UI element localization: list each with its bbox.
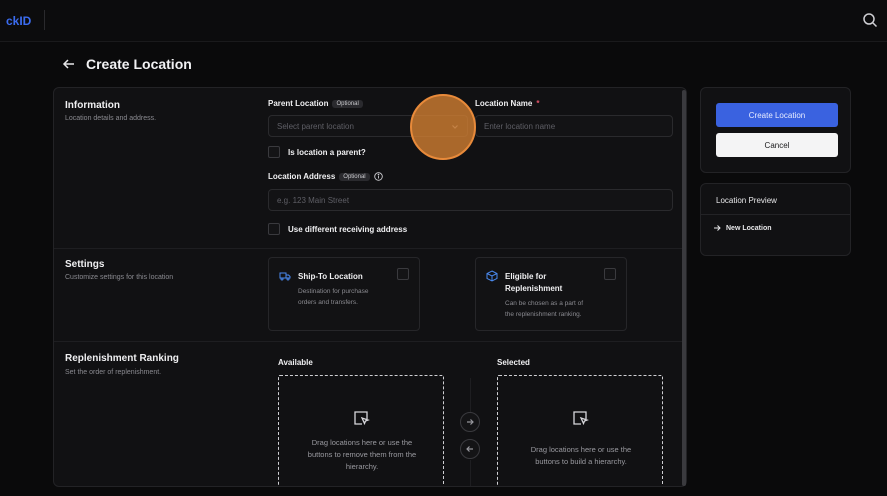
arrow-right-icon [467, 419, 474, 425]
selected-help-line2: buttons to build a hierarchy. [535, 457, 627, 466]
replenishment-desc-line2: the replenishment ranking. [505, 311, 582, 318]
move-left-button[interactable] [460, 439, 480, 459]
replenishment-title-line1: Eligible for [505, 272, 547, 281]
location-name-label-text: Location Name [475, 99, 533, 108]
info-icon[interactable] [373, 172, 383, 181]
top-divider [44, 10, 45, 30]
information-title: Information [65, 100, 120, 111]
ranking-connector-bottom [470, 460, 471, 486]
ranking-desc: Set the order of replenishment. [65, 369, 162, 376]
form-card: Information Location details and address… [53, 87, 687, 487]
location-preview-title: Location Preview [716, 196, 777, 205]
app-logo[interactable]: ckID [6, 14, 31, 28]
settings-title: Settings [65, 259, 105, 270]
available-help-line2: buttons to remove them from the [307, 450, 417, 459]
ship-to-desc-line1: Destination for purchase [298, 288, 369, 295]
location-address-label-text: Location Address [268, 172, 336, 181]
cursor-highlight [410, 94, 476, 160]
ship-to-checkbox[interactable] [397, 268, 409, 280]
location-name-placeholder: Enter location name [484, 122, 556, 131]
diff-address-row[interactable]: Use different receiving address [268, 223, 407, 235]
location-address-placeholder: e.g. 123 Main Street [277, 196, 350, 205]
selected-drop-zone[interactable]: Drag locations here or use the buttons t… [497, 375, 663, 486]
diff-address-checkbox[interactable] [268, 223, 280, 235]
preview-item-label: New Location [726, 224, 772, 232]
page-title: Create Location [86, 56, 192, 72]
form-scrollbar[interactable] [682, 90, 686, 486]
parent-location-placeholder: Select parent location [277, 122, 354, 131]
ranking-connector-top [470, 378, 471, 413]
is-parent-label: Is location a parent? [288, 147, 366, 157]
create-location-button[interactable]: Create Location [716, 103, 838, 127]
ship-to-title: Ship-To Location [298, 272, 363, 281]
arrow-left-icon [466, 446, 473, 452]
ship-to-desc-line2: orders and transfers. [298, 299, 358, 306]
is-parent-row[interactable]: Is location a parent? [268, 146, 366, 158]
optional-badge: Optional [332, 99, 363, 108]
available-help-line1: Drag locations here or use the [311, 438, 413, 447]
optional-badge: Optional [339, 172, 370, 181]
parent-location-label-text: Parent Location [268, 99, 329, 108]
back-arrow-icon[interactable] [62, 57, 76, 71]
actions-card: Create Location Cancel [700, 87, 851, 173]
parent-location-label: Parent Location Optional [268, 99, 363, 108]
move-right-button[interactable] [460, 412, 480, 432]
available-drop-zone[interactable]: Drag locations here or use the buttons t… [278, 375, 444, 486]
location-name-label: Location Name * [475, 99, 539, 108]
selected-help-line1: Drag locations here or use the [530, 445, 632, 454]
top-bar: ckID [0, 0, 887, 42]
location-address-label: Location Address Optional [268, 172, 383, 181]
ranking-title: Replenishment Ranking [65, 353, 179, 364]
available-label: Available [278, 358, 313, 367]
replenishment-checkbox[interactable] [604, 268, 616, 280]
drag-cursor-icon [354, 411, 370, 426]
available-help-line3: hierarchy. [345, 462, 379, 471]
arrow-right-icon [714, 225, 721, 231]
page-header: Create Location [62, 56, 192, 72]
truck-icon [279, 272, 291, 281]
location-name-input[interactable]: Enter location name [475, 115, 673, 137]
section-divider [54, 248, 686, 249]
diff-address-label: Use different receiving address [288, 224, 408, 234]
selected-label: Selected [497, 358, 530, 367]
location-address-input[interactable]: e.g. 123 Main Street [268, 189, 673, 211]
required-mark: * [536, 99, 540, 108]
replenishment-desc-line1: Can be chosen as a part of [505, 300, 584, 307]
cube-icon [486, 270, 498, 282]
replenishment-title-line2: Replenishment [505, 284, 563, 293]
preview-item: New Location [713, 224, 772, 232]
settings-desc: Customize settings for this location [65, 274, 174, 281]
drag-cursor-icon [573, 411, 589, 426]
preview-divider [701, 214, 851, 215]
is-parent-checkbox[interactable] [268, 146, 280, 158]
ship-to-card[interactable]: Ship-To Location Destination for purchas… [268, 257, 420, 331]
cancel-button[interactable]: Cancel [716, 133, 838, 157]
information-desc: Location details and address. [65, 115, 157, 122]
search-icon[interactable] [861, 11, 879, 29]
location-preview-card: Location Preview New Location [700, 183, 851, 256]
section-divider [54, 341, 686, 342]
replenishment-card[interactable]: Eligible for Replenishment Can be chosen… [475, 257, 627, 331]
